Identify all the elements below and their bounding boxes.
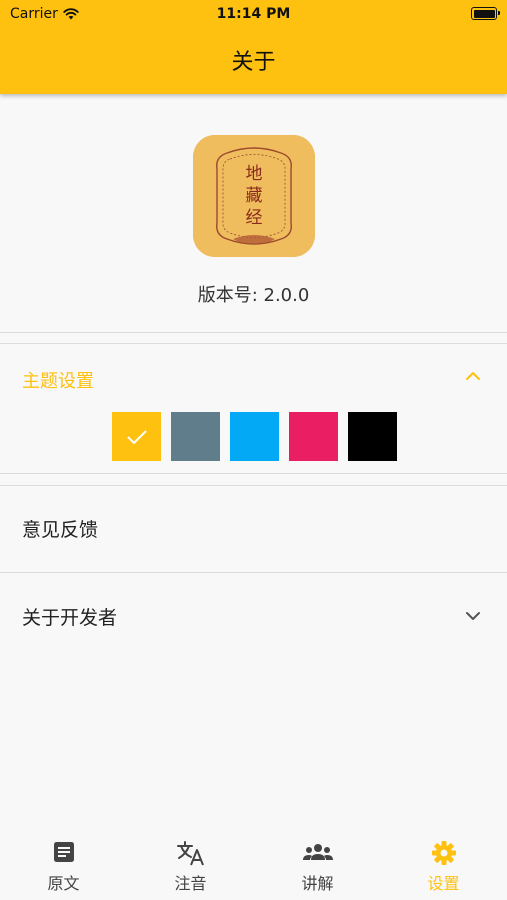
tab-phonetic[interactable]: 注音 [127, 834, 254, 900]
theme-swatch-blue-grey[interactable] [171, 412, 220, 461]
about-developer-label: 关于开发者 [22, 607, 118, 629]
bottom-tab-bar: 原文 注音 讲解 设置 [0, 834, 507, 900]
tab-label: 注音 [174, 874, 207, 893]
theme-swatch-light-blue[interactable] [230, 412, 279, 461]
app-icon-char-1: 地 [246, 164, 263, 184]
theme-settings-header[interactable]: 主题设置 [0, 345, 507, 411]
app-icon-char-3: 经 [246, 208, 263, 228]
article-icon [53, 842, 74, 862]
tab-label: 设置 [427, 874, 460, 893]
theme-swatch-yellow[interactable] [112, 412, 161, 461]
theme-swatch-pink[interactable] [289, 412, 338, 461]
app-icon-char-2: 藏 [246, 186, 263, 206]
tab-explanation[interactable]: 讲解 [254, 834, 381, 900]
tab-settings[interactable]: 设置 [380, 834, 507, 900]
theme-swatch-black[interactable] [348, 412, 397, 461]
tab-original-text[interactable]: 原文 [0, 834, 127, 900]
version-label: 版本号: 2.0.0 [197, 285, 310, 306]
tab-label: 讲解 [301, 874, 334, 893]
status-bar: Carrier 11:14 PM [0, 0, 507, 28]
divider [0, 473, 507, 474]
divider [0, 332, 507, 333]
about-developer-row[interactable]: 关于开发者 [0, 573, 507, 661]
feedback-row[interactable]: 意见反馈 [0, 485, 507, 573]
translate-icon [176, 841, 204, 866]
check-icon [126, 429, 147, 444]
app-icon: 地 藏 经 [193, 135, 315, 257]
status-time: 11:14 PM [216, 6, 291, 22]
group-icon [302, 844, 333, 860]
chevron-up-icon [466, 372, 480, 380]
tab-label: 原文 [47, 874, 80, 893]
theme-swatches [112, 412, 397, 461]
chevron-down-icon [466, 612, 480, 620]
gear-icon [431, 841, 456, 865]
theme-settings-label: 主题设置 [22, 371, 94, 392]
battery-icon [471, 7, 500, 20]
divider [0, 343, 507, 344]
about-section: 地 藏 经 版本号: 2.0.0 [0, 94, 507, 332]
app-header: Carrier 11:14 PM 关于 [0, 0, 507, 94]
feedback-label: 意见反馈 [22, 519, 99, 541]
page-title: 关于 [231, 50, 276, 75]
